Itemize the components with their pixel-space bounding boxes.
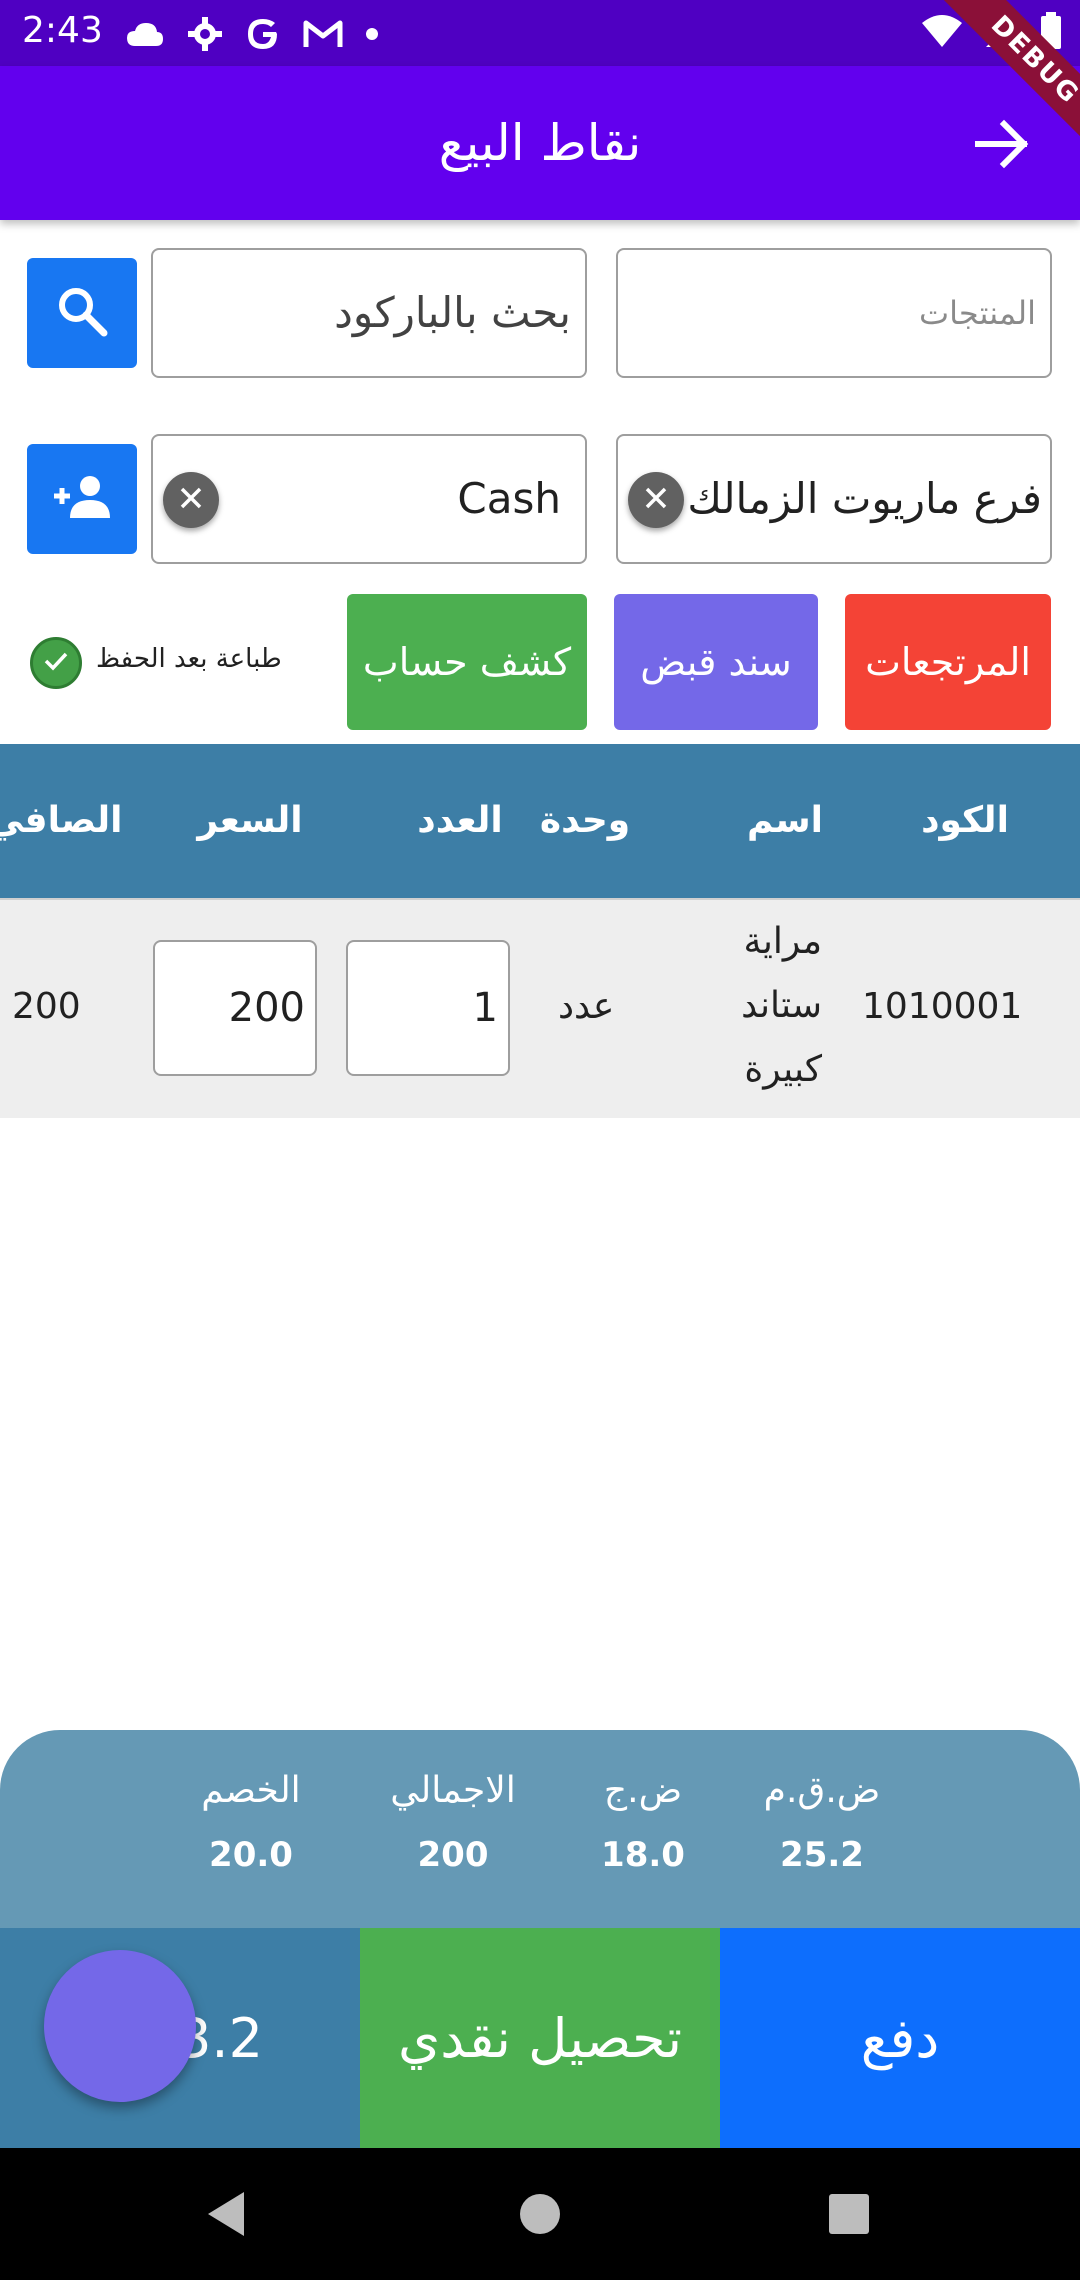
nav-home-button[interactable] bbox=[518, 2192, 562, 2240]
nav-back-button[interactable] bbox=[204, 2190, 248, 2242]
summary-total-label: الاجمالي bbox=[390, 1770, 516, 1811]
gmail-icon bbox=[303, 19, 343, 49]
customer-select[interactable]: Cash bbox=[151, 434, 587, 564]
branch-clear-button[interactable] bbox=[628, 472, 684, 528]
header-qty: العدد bbox=[417, 800, 503, 841]
row-name-line: ستاند bbox=[741, 985, 822, 1026]
close-icon bbox=[643, 485, 669, 515]
row-net: 200 bbox=[12, 986, 81, 1027]
customer-value: Cash bbox=[457, 474, 561, 523]
print-after-save-label: طباعة بعد الحفظ bbox=[96, 644, 282, 674]
wifi-icon bbox=[920, 13, 964, 53]
triangle-back-icon bbox=[204, 2192, 248, 2242]
pay-button[interactable]: دفع bbox=[720, 1928, 1080, 2148]
price-input[interactable]: 200 bbox=[153, 940, 317, 1076]
header-unit: وحدة bbox=[539, 800, 631, 841]
summary-vat-label: ض.ق.م bbox=[763, 1770, 881, 1811]
add-person-icon bbox=[50, 474, 114, 524]
summary-tax-value: 18.0 bbox=[601, 1835, 685, 1875]
header-net: الصافي bbox=[0, 800, 123, 841]
google-icon bbox=[245, 16, 281, 52]
row-name-line: مراية bbox=[743, 921, 822, 962]
summary-discount-label: الخصم bbox=[201, 1770, 301, 1811]
account-statement-button[interactable]: كشف حساب bbox=[347, 594, 587, 730]
cash-collect-button[interactable]: تحصيل نقدي bbox=[360, 1928, 720, 2148]
circle-home-icon bbox=[518, 2194, 562, 2240]
summary-discount: الخصم 20.0 bbox=[176, 1770, 326, 1875]
summary-vat: ض.ق.م 25.2 bbox=[742, 1770, 902, 1875]
summary-tax-label: ض.ج bbox=[603, 1770, 683, 1811]
row-unit: عدد bbox=[558, 986, 615, 1027]
close-icon bbox=[178, 485, 204, 515]
gear-icon bbox=[187, 16, 223, 52]
print-after-save-checkbox[interactable] bbox=[30, 637, 82, 689]
summary-panel bbox=[0, 1730, 1080, 1930]
cloud-icon bbox=[125, 20, 165, 48]
back-button[interactable] bbox=[970, 112, 1034, 176]
returns-button[interactable]: المرتجعات bbox=[845, 594, 1051, 730]
header-price: السعر bbox=[197, 800, 303, 841]
customer-clear-button[interactable] bbox=[163, 472, 219, 528]
header-name: اسم bbox=[747, 800, 823, 841]
receipt-voucher-button[interactable]: سند قبض bbox=[614, 594, 818, 730]
summary-discount-value: 20.0 bbox=[209, 1835, 293, 1875]
barcode-field-text: بحث بالباركود bbox=[334, 288, 571, 337]
status-time: 2:43 bbox=[22, 10, 103, 51]
status-notification-icons bbox=[125, 12, 379, 56]
qty-input[interactable]: 1 bbox=[346, 940, 510, 1076]
summary-total: الاجمالي 200 bbox=[368, 1770, 538, 1875]
summary-total-value: 200 bbox=[417, 1835, 489, 1875]
products-placeholder: المنتجات bbox=[919, 294, 1036, 332]
summary-vat-value: 25.2 bbox=[780, 1835, 864, 1875]
row-name-line: كبيرة bbox=[744, 1049, 822, 1090]
floating-action-button[interactable] bbox=[44, 1950, 196, 2102]
row-code: 1010001 bbox=[862, 986, 1023, 1027]
search-icon bbox=[56, 285, 108, 341]
search-button[interactable] bbox=[27, 258, 137, 368]
summary-tax: ض.ج 18.0 bbox=[575, 1770, 711, 1875]
header-code: الكود bbox=[921, 800, 1009, 841]
nav-recents-button[interactable] bbox=[828, 2193, 870, 2239]
branch-select[interactable]: فرع ماريوت الزمالك bbox=[616, 434, 1052, 564]
arrow-right-icon bbox=[970, 119, 1034, 180]
square-recents-icon bbox=[828, 2194, 870, 2239]
dot-icon bbox=[365, 27, 379, 41]
barcode-search-input[interactable]: بحث بالباركود bbox=[151, 248, 587, 378]
check-icon bbox=[42, 647, 70, 679]
row-name: مراية ستاند كبيرة bbox=[700, 910, 822, 1102]
branch-value: فرع ماريوت الزمالك bbox=[687, 474, 1042, 523]
page-title: نقاط البيع bbox=[438, 114, 642, 172]
add-customer-button[interactable] bbox=[27, 444, 137, 554]
products-search-input[interactable]: المنتجات bbox=[616, 248, 1052, 378]
